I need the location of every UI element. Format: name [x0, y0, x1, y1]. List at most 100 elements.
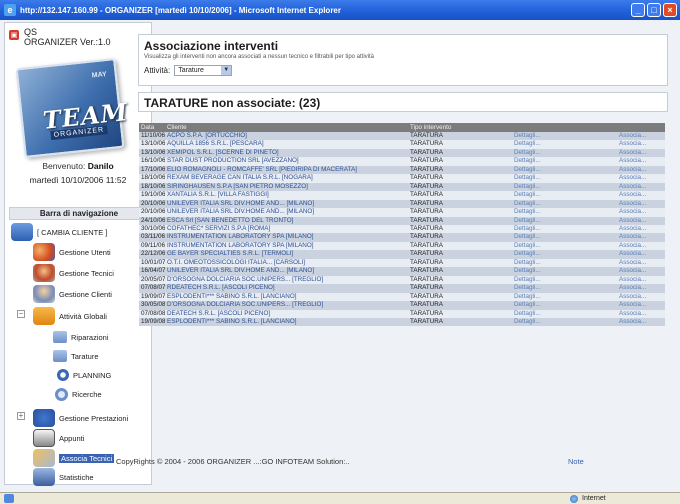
- details-link[interactable]: Dettagli...: [512, 301, 617, 310]
- services-icon: [33, 409, 55, 427]
- details-link[interactable]: Dettagli...: [512, 148, 617, 158]
- cell-type: TARATURA: [408, 132, 512, 141]
- details-link[interactable]: Dettagli...: [512, 182, 617, 192]
- stats-icon: [33, 468, 55, 486]
- details-link[interactable]: Dettagli...: [512, 174, 617, 183]
- assign-link[interactable]: Associa...: [617, 267, 665, 276]
- nav-item-tarature[interactable]: Tarature: [53, 350, 99, 362]
- details-link[interactable]: Dettagli...: [512, 233, 617, 242]
- column-header-date[interactable]: Data: [139, 123, 165, 132]
- assign-link[interactable]: Associa...: [617, 191, 665, 200]
- nav-item-riparazioni[interactable]: Riparazioni: [53, 331, 109, 343]
- assign-link[interactable]: Associa...: [617, 292, 665, 302]
- assign-link[interactable]: Associa...: [617, 157, 665, 166]
- details-link[interactable]: Dettagli...: [512, 208, 617, 217]
- details-link[interactable]: Dettagli...: [512, 267, 617, 276]
- nav-item-gestione-utenti[interactable]: Gestione Utenti: [33, 243, 111, 261]
- assign-link[interactable]: Associa...: [617, 301, 665, 310]
- app-icon: ▣: [9, 30, 19, 40]
- details-link[interactable]: Dettagli...: [512, 140, 617, 149]
- notes-link[interactable]: Note: [568, 457, 584, 466]
- details-link[interactable]: Dettagli...: [512, 157, 617, 166]
- nav-item-label: Gestione Prestazioni: [59, 413, 129, 423]
- activity-select[interactable]: Tarature ▼: [174, 65, 233, 76]
- assign-link[interactable]: Associa...: [617, 275, 665, 285]
- details-link[interactable]: Dettagli...: [512, 199, 617, 209]
- details-link[interactable]: Dettagli...: [512, 216, 617, 225]
- assign-link[interactable]: Associa...: [617, 258, 665, 268]
- nav-item-label: Gestione Tecnici: [59, 268, 114, 278]
- nav-item-gestione-prestazioni[interactable]: Gestione Prestazioni: [33, 409, 128, 427]
- details-link[interactable]: Dettagli...: [512, 284, 617, 293]
- cell-date: 22/12/06: [139, 250, 165, 259]
- cell-date: 17/10/06: [139, 165, 165, 175]
- table-row: 22/12/06 GE BAYER SPECIALTIES S.R.L. [TER…: [139, 250, 665, 259]
- details-link[interactable]: Dettagli...: [512, 250, 617, 259]
- cell-client: UNILEVER ITALIA SRL DIV.HOME AND... [MIL…: [165, 208, 408, 217]
- assign-link[interactable]: Associa...: [617, 317, 665, 327]
- nav-item-statistiche[interactable]: Statistiche: [33, 468, 94, 486]
- nav-item-appunti[interactable]: Appunti: [33, 429, 84, 447]
- window-controls: _ □ ×: [631, 3, 677, 17]
- table-row: 30/05/08 D'ORSOGNA DOLCIARIA SOC.UNIPERS.…: [139, 301, 665, 310]
- assign-link[interactable]: Associa...: [617, 132, 665, 141]
- nav-item-attivita-globali[interactable]: Attività Globali: [33, 307, 107, 325]
- cell-date: 20/10/06: [139, 208, 165, 217]
- welcome-user: Danilo: [87, 161, 114, 171]
- close-icon[interactable]: ×: [663, 3, 677, 17]
- assign-link[interactable]: Associa...: [617, 284, 665, 293]
- assign-link[interactable]: Associa...: [617, 224, 665, 234]
- technicians-icon: [33, 264, 55, 282]
- cell-date: 19/10/06: [139, 191, 165, 200]
- assign-link[interactable]: Associa...: [617, 182, 665, 192]
- nav-item-associa-tecnici[interactable]: Associa Tecnici: [33, 449, 115, 467]
- table-row: 24/10/06 ESCA Srl [SAN BENEDETTO DEL TRON…: [139, 216, 665, 225]
- assign-link[interactable]: Associa...: [617, 140, 665, 149]
- nav-item-planning[interactable]: PLANNING: [57, 369, 111, 381]
- details-link[interactable]: Dettagli...: [512, 292, 617, 302]
- details-link[interactable]: Dettagli...: [512, 275, 617, 285]
- nav-item-ricerche[interactable]: Ricerche: [55, 388, 102, 401]
- details-link[interactable]: Dettagli...: [512, 309, 617, 318]
- column-header-client[interactable]: Cliente: [165, 123, 408, 132]
- notes-icon: [33, 429, 55, 447]
- details-link[interactable]: Dettagli...: [512, 241, 617, 251]
- table-row: 20/10/06 UNILEVER ITALIA SRL DIV.HOME AND…: [139, 199, 665, 209]
- table-row: 07/08/08 DEATECH S.R.L. [ASCOLI PICENO] TA…: [139, 309, 665, 318]
- maximize-icon[interactable]: □: [647, 3, 661, 17]
- details-link[interactable]: Dettagli...: [512, 258, 617, 268]
- assign-link[interactable]: Associa...: [617, 148, 665, 158]
- cell-client: D'ORSOGNA DOLCIARIA SOC.UNIPERS... [TREG…: [165, 275, 408, 285]
- details-link[interactable]: Dettagli...: [512, 132, 617, 141]
- table-row: 09/11/06 INSTRUMENTATION LABORATORY SPA […: [139, 241, 665, 251]
- column-header-type[interactable]: Tipo intervento: [408, 123, 512, 132]
- assign-link[interactable]: Associa...: [617, 174, 665, 183]
- tree-expander[interactable]: −: [17, 310, 25, 318]
- cell-type: TARATURA: [408, 309, 512, 318]
- browser-statusbar: Internet: [0, 492, 680, 504]
- minimize-icon[interactable]: _: [631, 3, 645, 17]
- assign-link[interactable]: Associa...: [617, 199, 665, 209]
- assign-link[interactable]: Associa...: [617, 208, 665, 217]
- cell-type: TARATURA: [408, 182, 512, 192]
- assign-link[interactable]: Associa...: [617, 250, 665, 259]
- nav-item-cambia-cliente[interactable]: [ CAMBIA CLIENTE ]: [11, 223, 107, 241]
- assign-link[interactable]: Associa...: [617, 233, 665, 242]
- details-link[interactable]: Dettagli...: [512, 165, 617, 175]
- table-row: 03/11/06 INSTRUMENTATION LABORATORY SPA […: [139, 233, 665, 242]
- tree-expander[interactable]: +: [17, 412, 25, 420]
- assign-link[interactable]: Associa...: [617, 309, 665, 318]
- cell-type: TARATURA: [408, 208, 512, 217]
- cell-type: TARATURA: [408, 284, 512, 293]
- details-link[interactable]: Dettagli...: [512, 191, 617, 200]
- assign-link[interactable]: Associa...: [617, 216, 665, 225]
- cell-type: TARATURA: [408, 233, 512, 242]
- nav-item-gestione-clienti[interactable]: Gestione Clienti: [33, 285, 112, 303]
- assign-link[interactable]: Associa...: [617, 165, 665, 175]
- details-link[interactable]: Dettagli...: [512, 224, 617, 234]
- cell-client: D'ORSOGNA DOLCIARIA SOC.UNIPERS... [TREG…: [165, 301, 408, 310]
- nav-item-gestione-tecnici[interactable]: Gestione Tecnici: [33, 264, 114, 282]
- assign-link[interactable]: Associa...: [617, 241, 665, 251]
- cell-client: ESPLODENTI*** SABINO S.R.L. [LANCIANO]: [165, 292, 408, 302]
- details-link[interactable]: Dettagli...: [512, 317, 617, 327]
